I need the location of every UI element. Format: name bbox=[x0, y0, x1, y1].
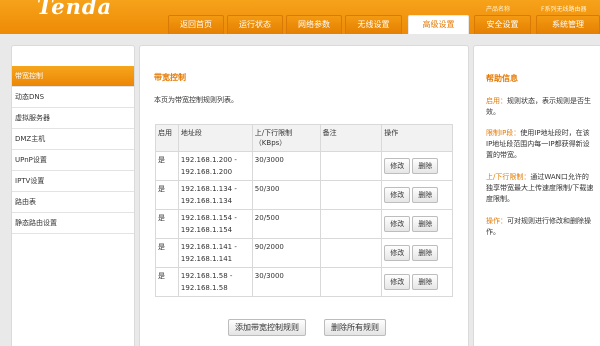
tab-security[interactable]: 安全设置 bbox=[474, 15, 531, 34]
address-end: 192.168.1.200 bbox=[180, 168, 233, 176]
help-item-ip-range: 限制IP段：使用IP地址段时，在该IP地址段范围内每一IP都获得新设置的带宽。 bbox=[486, 128, 594, 161]
help-title: 帮助信息 bbox=[486, 74, 518, 83]
sidebar-item-virtual-server[interactable]: 虚拟服务器 bbox=[12, 108, 134, 129]
tab-system[interactable]: 系统管理 bbox=[536, 15, 600, 34]
sidebar-item-upnp[interactable]: UPnP设置 bbox=[12, 150, 134, 171]
cell-enable: 是 bbox=[155, 209, 179, 239]
cell-action: 修改 删除 bbox=[381, 267, 453, 297]
page-description: 本页为带宽控制规则列表。 bbox=[154, 96, 238, 104]
address-start: 192.168.1.58 - bbox=[180, 272, 233, 280]
delete-button[interactable]: 删除 bbox=[412, 216, 439, 232]
help-key: 启用： bbox=[486, 97, 507, 105]
tab-advanced[interactable]: 高级设置 bbox=[408, 15, 469, 34]
cell-action: 修改 删除 bbox=[381, 180, 453, 210]
tab-wireless[interactable]: 无线设置 bbox=[345, 15, 402, 34]
delete-button[interactable]: 删除 bbox=[412, 274, 439, 290]
sidebar-item-ddns[interactable]: 动态DNS bbox=[12, 87, 134, 108]
help-item-limit: 上/下行限制：通过WAN口允许的独享带宽最大上传速度限制/下载速度限制。 bbox=[486, 172, 594, 205]
table-row: 是 192.168.1.154 - 192.168.1.154 20/500 修改… bbox=[155, 209, 453, 239]
cell-note bbox=[319, 267, 383, 297]
table-row: 是 192.168.1.200 - 192.168.1.200 30/3000 修… bbox=[155, 151, 453, 181]
address-end: 192.168.1.134 bbox=[180, 197, 233, 205]
header-limit-line1: 上/下行限制 bbox=[254, 129, 293, 137]
help-panel: 帮助信息 启用：规则状态，表示规则是否生效。 限制IP段：使用IP地址段时，在该… bbox=[473, 45, 600, 346]
edit-button[interactable]: 修改 bbox=[384, 158, 411, 174]
tab-network[interactable]: 网络参数 bbox=[286, 15, 342, 34]
tab-home[interactable]: 返回首页 bbox=[168, 15, 224, 34]
cell-enable: 是 bbox=[155, 151, 179, 181]
cell-note bbox=[319, 151, 383, 181]
header-action: 操作 bbox=[381, 124, 453, 152]
sidebar-item-dmz[interactable]: DMZ主机 bbox=[12, 129, 134, 150]
product-name: F系列无线路由器 bbox=[541, 6, 587, 13]
address-start: 192.168.1.154 - bbox=[180, 214, 237, 222]
table-header-row: 启用 地址段 上/下行限制 （KBps） 备注 操作 bbox=[155, 124, 453, 152]
header-bar: Tenda 产品名称 F系列无线路由器 返回首页 运行状态 网络参数 无线设置 … bbox=[0, 0, 600, 34]
help-item-enable: 启用：规则状态，表示规则是否生效。 bbox=[486, 96, 594, 118]
cell-address: 192.168.1.200 - 192.168.1.200 bbox=[177, 151, 253, 181]
cell-action: 修改 删除 bbox=[381, 151, 453, 181]
address-start: 192.168.1.134 - bbox=[180, 185, 237, 193]
cell-enable: 是 bbox=[155, 180, 179, 210]
cell-address: 192.168.1.141 - 192.168.1.141 bbox=[177, 238, 253, 268]
header-address: 地址段 bbox=[177, 124, 253, 152]
help-key: 操作： bbox=[486, 217, 507, 225]
cell-address: 192.168.1.134 - 192.168.1.134 bbox=[177, 180, 253, 210]
sidebar-item-static-route[interactable]: 静态路由设置 bbox=[12, 213, 134, 234]
address-start: 192.168.1.141 - bbox=[180, 243, 237, 251]
table-row: 是 192.168.1.141 - 192.168.1.141 90/2000 修… bbox=[155, 238, 453, 268]
address-start: 192.168.1.200 - bbox=[180, 156, 237, 164]
cell-note bbox=[319, 238, 383, 268]
cell-enable: 是 bbox=[155, 267, 179, 297]
cell-note bbox=[319, 180, 383, 210]
cell-note bbox=[319, 209, 383, 239]
bandwidth-rules-table: 启用 地址段 上/下行限制 （KBps） 备注 操作 是 192.168.1.20… bbox=[155, 124, 453, 297]
help-item-action: 操作：可对规则进行修改和删除操作。 bbox=[486, 216, 594, 238]
edit-button[interactable]: 修改 bbox=[384, 187, 411, 203]
main-panel: 带宽控制 本页为带宽控制规则列表。 启用 地址段 上/下行限制 （KBps） 备注… bbox=[139, 45, 469, 346]
product-label: 产品名称 bbox=[486, 6, 511, 13]
address-end: 192.168.1.154 bbox=[180, 226, 233, 234]
edit-button[interactable]: 修改 bbox=[384, 274, 411, 290]
sidebar-item-bandwidth-control[interactable]: 带宽控制 bbox=[12, 66, 134, 87]
cell-limit: 30/3000 bbox=[251, 151, 321, 181]
cell-limit: 90/2000 bbox=[251, 238, 321, 268]
tab-status[interactable]: 运行状态 bbox=[227, 15, 283, 34]
add-rule-button[interactable]: 添加带宽控制规则 bbox=[228, 319, 306, 336]
sidebar-item-iptv[interactable]: IPTV设置 bbox=[12, 171, 134, 192]
edit-button[interactable]: 修改 bbox=[384, 245, 411, 261]
delete-button[interactable]: 删除 bbox=[412, 187, 439, 203]
table-row: 是 192.168.1.134 - 192.168.1.134 50/300 修改… bbox=[155, 180, 453, 210]
sidebar-item-routing-table[interactable]: 路由表 bbox=[12, 192, 134, 213]
cell-action: 修改 删除 bbox=[381, 238, 453, 268]
header-limit: 上/下行限制 （KBps） bbox=[251, 124, 321, 152]
header-limit-line2: （KBps） bbox=[254, 139, 287, 147]
cell-enable: 是 bbox=[155, 238, 179, 268]
sidebar: 带宽控制 动态DNS 虚拟服务器 DMZ主机 UPnP设置 IPTV设置 路由表… bbox=[11, 45, 135, 346]
cell-address: 192.168.1.154 - 192.168.1.154 bbox=[177, 209, 253, 239]
table-row: 是 192.168.1.58 - 192.168.1.58 30/3000 修改删… bbox=[155, 267, 453, 297]
header-note: 备注 bbox=[319, 124, 383, 152]
help-key: 限制IP段： bbox=[486, 129, 521, 137]
address-end: 192.168.1.141 bbox=[180, 255, 233, 263]
cell-limit: 20/500 bbox=[251, 209, 321, 239]
cell-action: 修改 删除 bbox=[381, 209, 453, 239]
cell-limit: 50/300 bbox=[251, 180, 321, 210]
delete-all-rules-button[interactable]: 删除所有规则 bbox=[324, 319, 386, 336]
page-title: 带宽控制 bbox=[154, 73, 186, 82]
tenda-logo: Tenda bbox=[37, 0, 113, 19]
cell-address: 192.168.1.58 - 192.168.1.58 bbox=[177, 267, 253, 297]
delete-button[interactable]: 删除 bbox=[412, 245, 439, 261]
header-enable: 启用 bbox=[155, 124, 179, 152]
delete-button[interactable]: 删除 bbox=[412, 158, 439, 174]
cell-limit: 30/3000 bbox=[251, 267, 321, 297]
address-end: 192.168.1.58 bbox=[180, 284, 228, 292]
edit-button[interactable]: 修改 bbox=[384, 216, 411, 232]
help-key: 上/下行限制： bbox=[486, 173, 531, 181]
